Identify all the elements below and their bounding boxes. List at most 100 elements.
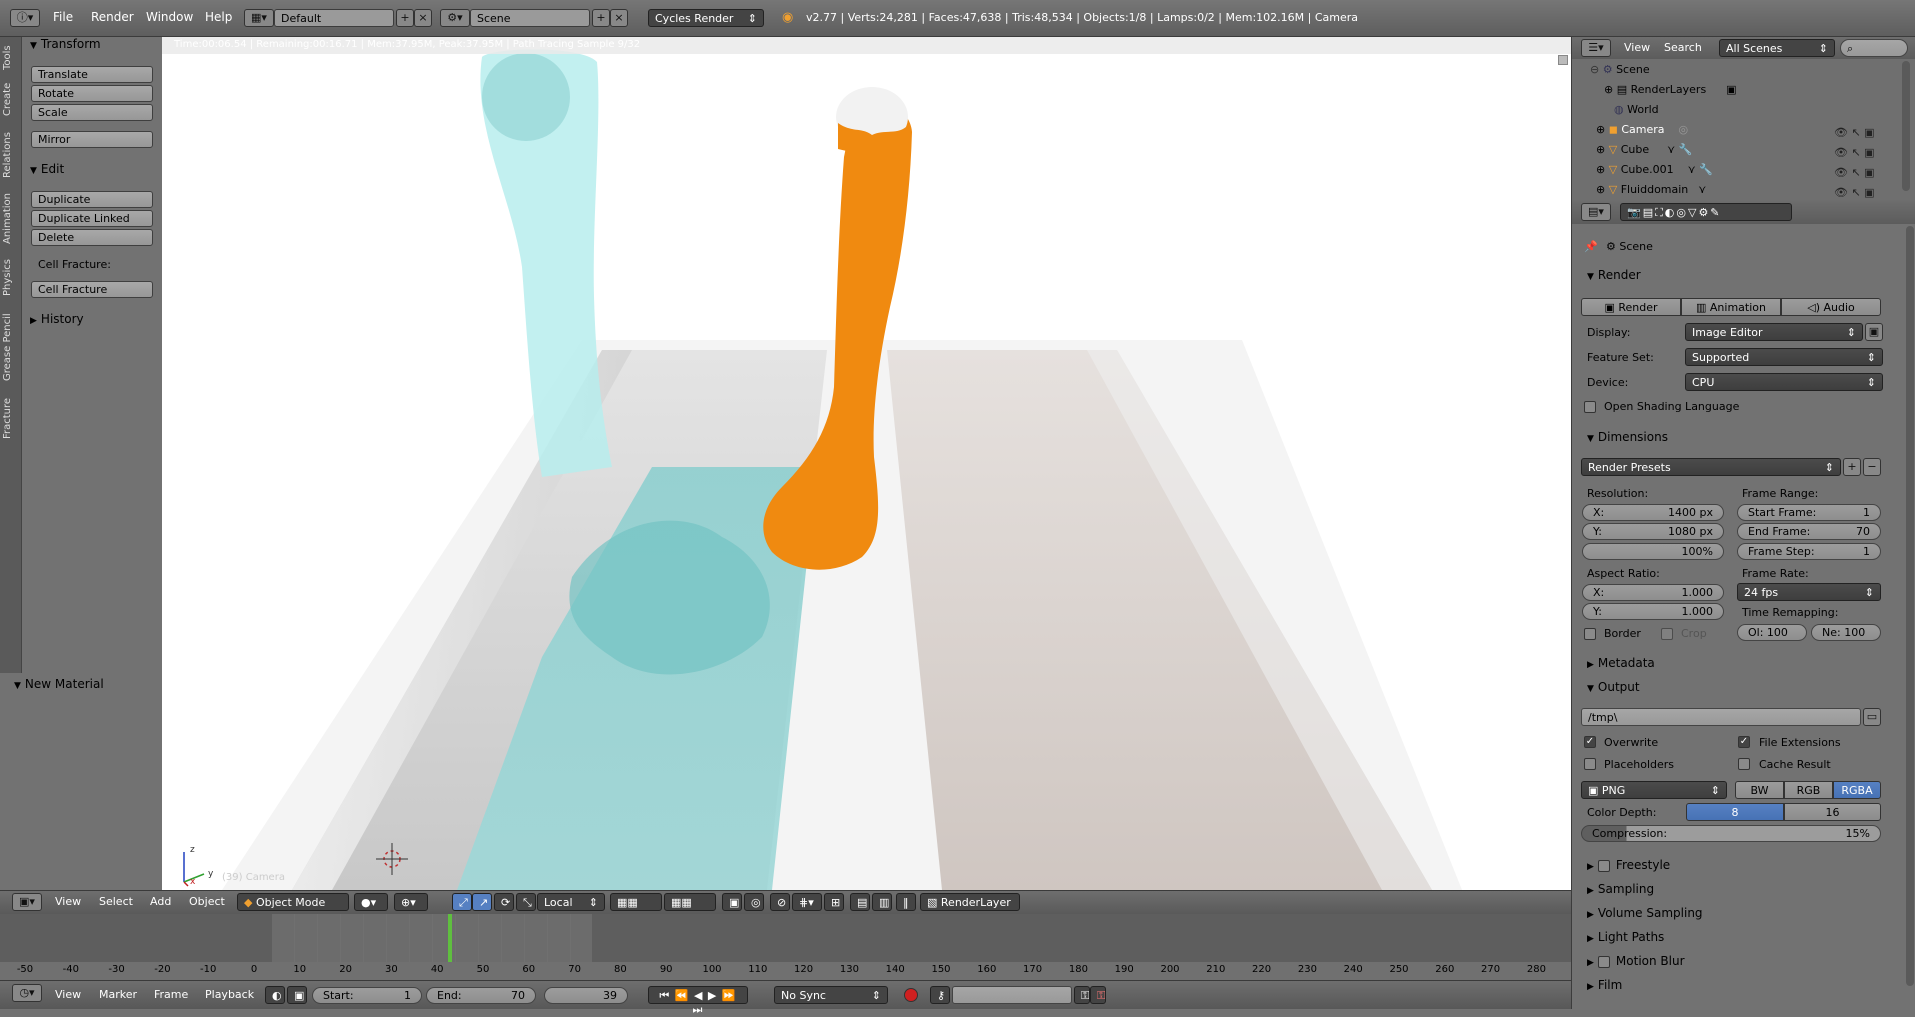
display-dropdown[interactable]: Image Editor ⇕ — [1685, 323, 1863, 341]
menu-timeline-view[interactable]: View — [55, 988, 81, 1001]
dimensions-panel-header[interactable]: ▼ Dimensions — [1587, 430, 1668, 444]
aspect-x-field[interactable]: X: 1.000 — [1582, 584, 1724, 601]
remove-layout-icon[interactable]: × — [414, 9, 432, 27]
aspect-y-field[interactable]: Y: 1.000 — [1582, 603, 1724, 620]
placeholders-checkbox[interactable] — [1584, 758, 1596, 770]
tab-fracture[interactable]: Fracture — [2, 393, 20, 443]
menu-marker[interactable]: Marker — [99, 988, 137, 1001]
menu-frame[interactable]: Frame — [154, 988, 188, 1001]
add-preset-icon[interactable]: + — [1843, 458, 1861, 476]
cache-result-checkbox[interactable] — [1738, 758, 1750, 770]
scene-field[interactable]: Scene — [470, 9, 590, 27]
feature-set-dropdown[interactable]: Supported ⇕ — [1685, 348, 1883, 366]
proportional-edit-icon[interactable]: ◎ — [744, 893, 764, 911]
depth-16-toggle[interactable]: 16 — [1784, 803, 1881, 821]
compression-slider[interactable]: Compression: 15% — [1581, 825, 1881, 842]
screen-layout-icon[interactable]: ▦▾ — [244, 9, 274, 27]
color-rgb-toggle[interactable]: RGB — [1784, 781, 1833, 799]
render-panel-header[interactable]: ▼ Render — [1587, 268, 1641, 282]
edit-panel-header[interactable]: ▼ Edit — [30, 162, 64, 176]
3d-cursor-icon[interactable] — [372, 839, 412, 879]
mirror-button[interactable]: Mirror — [31, 131, 153, 148]
render-presets-dropdown[interactable]: Render Presets ⇕ — [1581, 458, 1841, 476]
menu-help[interactable]: Help — [205, 10, 232, 24]
folder-icon[interactable]: ▭ — [1863, 708, 1881, 726]
playback-controls[interactable]: ⏮ ⏪ ◀ ▶ ⏩ ⏭ — [648, 986, 748, 1016]
history-panel-header[interactable]: ▶ History — [30, 312, 84, 326]
outliner-search-field[interactable]: ⌕ — [1840, 39, 1908, 57]
remove-preset-icon[interactable]: − — [1863, 458, 1881, 476]
tab-physics[interactable]: Physics — [2, 255, 20, 301]
remove-scene-icon[interactable]: × — [610, 9, 628, 27]
file-format-dropdown[interactable]: ▣ PNG ⇕ — [1581, 781, 1727, 799]
viewport-shading-dropdown[interactable]: ●▾ — [354, 893, 388, 911]
viewport-corner-handle-icon[interactable] — [1558, 55, 1568, 65]
frame-rate-dropdown[interactable]: 24 fps ⇕ — [1737, 583, 1881, 601]
overwrite-checkbox[interactable]: ✓ — [1584, 736, 1596, 748]
resolution-y-field[interactable]: Y: 1080 px — [1582, 523, 1724, 540]
lock-range-icon[interactable]: ▣ — [287, 986, 307, 1004]
scale-manipulator-icon[interactable]: ⤡ — [516, 893, 536, 911]
outliner-row-cube[interactable]: ⊕ ▽ Cube ⋎ 🔧 — [1596, 143, 1692, 156]
end-frame-prop-field[interactable]: End Frame: 70 — [1737, 523, 1881, 540]
resolution-percentage-field[interactable]: 100% — [1582, 543, 1724, 560]
layout-field[interactable]: Default — [274, 9, 394, 27]
freestyle-checkbox[interactable] — [1597, 859, 1610, 872]
snap-element-icon[interactable]: ⋕▾ — [792, 893, 822, 911]
start-frame-prop-field[interactable]: Start Frame: 1 — [1737, 504, 1881, 521]
freestyle-panel-header[interactable]: ▶ Freestyle — [1587, 858, 1670, 872]
render-engine-dropdown[interactable]: Cycles Render ⇕ — [648, 9, 764, 27]
animation-button[interactable]: ▥ Animation — [1681, 298, 1781, 316]
crop-checkbox[interactable] — [1661, 628, 1673, 640]
outliner-view-menu[interactable]: View — [1624, 41, 1650, 54]
film-panel-header[interactable]: ▶ Film — [1587, 978, 1622, 992]
menu-view[interactable]: View — [55, 895, 81, 908]
manipulator-icon[interactable]: ⤢ — [452, 893, 472, 911]
visibility-icons[interactable]: 👁 ↖ ▣ 👁 ↖ ▣ 👁 ↖ ▣ 👁 ↖ ▣ — [1834, 123, 1875, 203]
border-checkbox[interactable] — [1584, 628, 1596, 640]
rotate-manipulator-icon[interactable]: ⟳ — [494, 893, 514, 911]
time-remap-new-field[interactable]: Ne: 100 — [1811, 624, 1881, 641]
keying-set-field[interactable] — [952, 986, 1072, 1004]
time-remap-old-field[interactable]: Ol: 100 — [1737, 624, 1807, 641]
tab-grease-pencil[interactable]: Grease Pencil — [2, 307, 20, 387]
menu-add[interactable]: Add — [150, 895, 171, 908]
menu-playback[interactable]: Playback — [205, 988, 254, 1001]
layers-grid-b-icon[interactable]: ▦▦ — [664, 893, 716, 911]
render-layer-field[interactable]: ▧ RenderLayer — [920, 893, 1020, 911]
file-extensions-checkbox[interactable]: ✓ — [1738, 736, 1750, 748]
outliner-row-fluiddomain[interactable]: ⊕ ▽ Fluiddomain ⋎ — [1596, 183, 1706, 196]
render-button[interactable]: ▣ Render — [1581, 298, 1681, 316]
sync-mode-dropdown[interactable]: No Sync ⇕ — [774, 986, 888, 1004]
osl-checkbox[interactable] — [1584, 401, 1596, 413]
outliner-scrollbar[interactable] — [1902, 61, 1910, 191]
menu-file[interactable]: File — [53, 10, 73, 24]
record-icon[interactable] — [904, 988, 918, 1002]
display-mode-dropdown[interactable]: All Scenes ⇕ — [1719, 39, 1835, 57]
editor-type-outliner-icon[interactable]: ☰▾ — [1581, 39, 1611, 57]
outliner-row-renderlayers[interactable]: ⊕ ▤ RenderLayers ▣ — [1604, 83, 1737, 96]
outliner-search-menu[interactable]: Search — [1664, 41, 1702, 54]
metadata-panel-header[interactable]: ▶ Metadata — [1587, 656, 1655, 670]
pivot-point-dropdown[interactable]: ⊕▾ — [394, 893, 428, 911]
add-layout-icon[interactable]: + — [396, 9, 414, 27]
current-frame-field[interactable]: 39 — [544, 987, 628, 1004]
menu-object[interactable]: Object — [189, 895, 225, 908]
snap-icon[interactable]: ⊘ — [770, 893, 790, 911]
properties-context-tabs[interactable]: 📷▤⛶◐◎▽⚙✎ — [1620, 203, 1792, 221]
output-path-field[interactable]: /tmp\ — [1581, 708, 1861, 726]
sampling-panel-header[interactable]: ▶ Sampling — [1587, 882, 1654, 896]
color-rgba-toggle[interactable]: RGBA — [1833, 781, 1881, 799]
menu-select[interactable]: Select — [99, 895, 133, 908]
audio-button[interactable]: ◁) Audio — [1781, 298, 1881, 316]
editor-type-info-icon[interactable]: ⓘ▾ — [10, 9, 40, 27]
color-bw-toggle[interactable]: BW — [1735, 781, 1784, 799]
frame-step-field[interactable]: Frame Step: 1 — [1737, 543, 1881, 560]
tab-tools[interactable]: Tools — [2, 43, 20, 73]
outliner-row-cube001[interactable]: ⊕ ▽ Cube.001 ⋎ 🔧 — [1596, 163, 1713, 176]
editor-type-3d-icon[interactable]: ▣▾ — [12, 893, 42, 911]
keying-icon[interactable]: ◐ — [265, 986, 285, 1004]
motion-blur-panel-header[interactable]: ▶ Motion Blur — [1587, 954, 1685, 968]
menu-window[interactable]: Window — [146, 10, 193, 24]
snap-target-icon[interactable]: ⊞ — [824, 893, 844, 911]
